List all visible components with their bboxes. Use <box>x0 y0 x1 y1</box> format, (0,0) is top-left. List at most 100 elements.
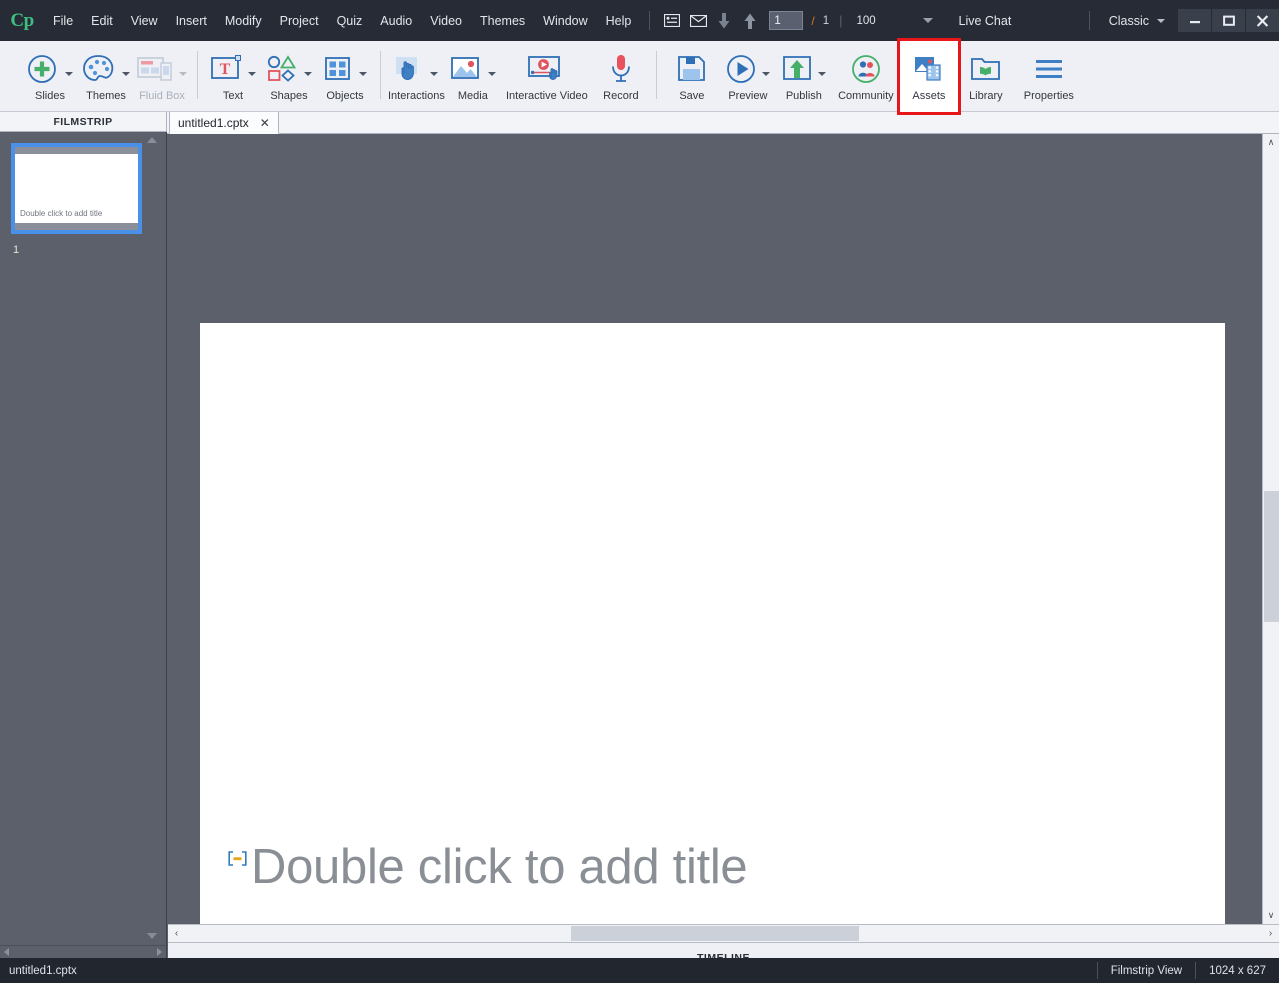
live-chat-link[interactable]: Live Chat <box>959 14 1012 28</box>
filmstrip-vertical-scrollbar[interactable] <box>145 132 159 944</box>
library-folder-icon <box>970 49 1002 89</box>
status-right-group: Filmstrip View 1024 x 627 <box>1097 958 1279 983</box>
toolbar-label: Assets <box>912 90 945 102</box>
notes-icon[interactable] <box>659 0 685 41</box>
toolbar-record-button[interactable]: Record <box>593 41 649 112</box>
toolbar-slides-button[interactable]: Slides <box>22 41 78 112</box>
chevron-down-icon[interactable] <box>304 72 312 76</box>
workspace-selector-label[interactable]: Classic <box>1109 14 1149 28</box>
slide-top-band <box>15 147 138 154</box>
menu-modify[interactable]: Modify <box>216 0 271 41</box>
stage-horizontal-scrollbar[interactable]: ‹ › <box>168 924 1279 942</box>
hamburger-lines-icon <box>1033 49 1065 89</box>
filmstrip-slide-1[interactable]: Double click to add title <box>11 143 142 234</box>
play-circle-icon <box>726 49 770 89</box>
main-toolbar: Slides Themes <box>0 41 1279 112</box>
close-button[interactable] <box>1246 9 1279 32</box>
maximize-button[interactable] <box>1212 9 1245 32</box>
scroll-left-arrow-icon[interactable] <box>4 948 9 956</box>
hand-pointer-icon <box>394 49 438 89</box>
toolbar-label: Save <box>679 90 704 102</box>
document-tab-bar: untitled1.cptx ✕ <box>167 112 1279 134</box>
toolbar-community-button[interactable]: Community <box>832 41 900 112</box>
toolbar-publish-button[interactable]: Publish <box>776 41 832 112</box>
tab-close-icon[interactable]: ✕ <box>260 117 270 129</box>
toolbar-library-button[interactable]: Library <box>958 41 1014 112</box>
toolbar-text-button[interactable]: T Text <box>205 41 261 112</box>
menu-project[interactable]: Project <box>271 0 328 41</box>
menu-audio[interactable]: Audio <box>371 0 421 41</box>
toolbar-divider-1 <box>197 51 198 99</box>
toolbar-label: Interactions <box>388 90 445 102</box>
work-area: FILMSTRIP Double click to add title 1 un… <box>0 112 1279 958</box>
toolbar-media-button[interactable]: Media <box>445 41 501 112</box>
toolbar-themes-button[interactable]: Themes <box>78 41 134 112</box>
arrow-down-icon[interactable] <box>711 0 737 41</box>
chevron-down-icon[interactable] <box>65 72 73 76</box>
zoom-dropdown-caret-icon[interactable] <box>923 18 933 23</box>
menu-window[interactable]: Window <box>534 0 596 41</box>
objects-grid-icon <box>323 49 367 89</box>
menu-quiz[interactable]: Quiz <box>328 0 372 41</box>
chevron-down-icon[interactable] <box>818 72 826 76</box>
toolbar-divider-2 <box>380 51 381 99</box>
community-people-icon <box>850 49 882 89</box>
stage-scroll-up-button[interactable]: ∧ <box>1263 134 1279 151</box>
scroll-down-arrow-icon[interactable] <box>147 933 157 939</box>
toolbar-preview-button[interactable]: Preview <box>720 41 776 112</box>
menu-edit[interactable]: Edit <box>82 0 122 41</box>
workspace-dropdown-caret-icon[interactable] <box>1157 19 1165 23</box>
tab-untitled1[interactable]: untitled1.cptx ✕ <box>169 112 279 134</box>
menubar-right-group: Classic <box>1080 0 1279 41</box>
menu-themes[interactable]: Themes <box>471 0 534 41</box>
floppy-disk-icon <box>677 49 707 89</box>
status-filename: untitled1.cptx <box>0 965 77 977</box>
chevron-down-icon[interactable] <box>359 72 367 76</box>
toolbar-label: Record <box>603 90 638 102</box>
minimize-button[interactable] <box>1178 9 1211 32</box>
status-view-mode[interactable]: Filmstrip View <box>1097 962 1195 979</box>
chevron-down-icon[interactable] <box>762 72 770 76</box>
current-slide-input[interactable]: 1 <box>769 11 803 30</box>
menu-file[interactable]: File <box>44 0 82 41</box>
toolbar-save-button[interactable]: Save <box>664 41 720 112</box>
toolbar-objects-button[interactable]: Objects <box>317 41 373 112</box>
filmstrip-header: FILMSTRIP <box>0 112 167 132</box>
toolbar-interactive-video-button[interactable]: Interactive Video <box>501 41 593 112</box>
chevron-down-icon[interactable] <box>248 72 256 76</box>
filmstrip-horizontal-scrollbar[interactable] <box>0 945 166 958</box>
arrow-up-icon[interactable] <box>737 0 763 41</box>
slide-bottom-band <box>15 223 138 230</box>
stage-horizontal-scroll-thumb[interactable] <box>571 926 859 941</box>
scroll-right-arrow-icon[interactable] <box>157 948 162 956</box>
slide-stage[interactable]: Double click to add title <box>167 134 1248 924</box>
slide-canvas[interactable]: Double click to add title <box>200 323 1225 924</box>
menu-help[interactable]: Help <box>597 0 641 41</box>
menu-view[interactable]: View <box>122 0 167 41</box>
mail-icon[interactable] <box>685 0 711 41</box>
menu-insert[interactable]: Insert <box>167 0 216 41</box>
stage-vertical-scrollbar[interactable]: ∧ ∨ <box>1262 134 1279 924</box>
toolbar-properties-button[interactable]: Properties <box>1014 41 1084 112</box>
fluid-box-icon <box>137 49 187 89</box>
zoom-level-input[interactable]: 100 <box>853 15 909 27</box>
stage-vertical-scroll-thumb[interactable] <box>1264 491 1279 622</box>
chevron-down-icon <box>179 72 187 76</box>
stage-scroll-down-button[interactable]: ∨ <box>1263 907 1279 924</box>
toolbar-label: Text <box>223 90 243 102</box>
toolbar-label: Fluid Box <box>139 90 185 102</box>
scroll-up-arrow-icon[interactable] <box>147 137 157 143</box>
chevron-down-icon[interactable] <box>488 72 496 76</box>
slide-number-label: 1 <box>13 244 19 256</box>
slide-title-placeholder[interactable]: Double click to add title <box>251 839 747 895</box>
toolbar-label: Themes <box>86 90 126 102</box>
stage-scroll-left-button[interactable]: ‹ <box>168 925 185 942</box>
chevron-down-icon[interactable] <box>122 72 130 76</box>
chevron-down-icon[interactable] <box>430 72 438 76</box>
toolbar-shapes-button[interactable]: Shapes <box>261 41 317 112</box>
toolbar-label: Properties <box>1024 90 1074 102</box>
toolbar-assets-button[interactable]: Assets <box>900 41 958 112</box>
stage-scroll-right-button[interactable]: › <box>1262 925 1279 942</box>
menu-video[interactable]: Video <box>421 0 471 41</box>
toolbar-interactions-button[interactable]: Interactions <box>388 41 445 112</box>
